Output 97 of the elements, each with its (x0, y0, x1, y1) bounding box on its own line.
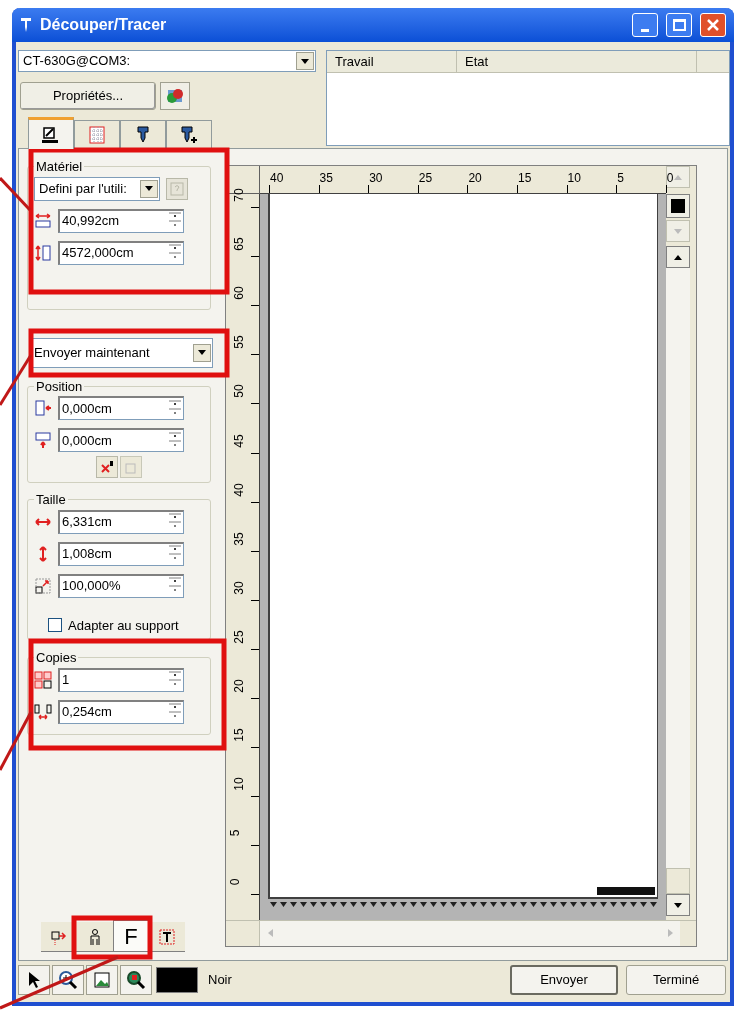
zoom-icon (58, 970, 78, 990)
down-arrow-icon (674, 228, 682, 234)
offset-x-icon (34, 399, 52, 417)
ruler-label: 65 (232, 237, 245, 251)
ruler-label: 15 (518, 172, 532, 184)
close-button[interactable] (700, 13, 726, 37)
group-label: Position (35, 377, 84, 396)
ruler-label: 25 (418, 172, 433, 184)
frame-icon (124, 460, 138, 474)
logo-mark (597, 887, 655, 895)
number-field[interactable]: 0,000cm (58, 428, 184, 452)
scroll-thumb[interactable] (666, 868, 690, 894)
mode-button[interactable]: F (113, 920, 149, 952)
minimize-button[interactable] (632, 13, 658, 37)
number-field[interactable]: 40,992cm (58, 208, 184, 233)
ruler-label: 55 (232, 335, 245, 349)
image-button[interactable] (86, 965, 118, 995)
width-icon (34, 211, 52, 230)
ruler-label: 45 (232, 433, 245, 448)
window-title: Découper/Tracer (40, 15, 167, 35)
ruler-label: 60 (232, 286, 245, 300)
up-arrow-icon (674, 174, 682, 180)
gears-icon (165, 87, 185, 105)
group-label: Matériel (35, 158, 84, 176)
tab[interactable] (120, 120, 166, 148)
checkbox-label: Adapter au support (68, 616, 179, 635)
ruler-label: 25 (232, 630, 245, 644)
ruler-label: 35 (319, 172, 333, 184)
right-arrow-icon (667, 929, 673, 937)
action-button[interactable]: Terminé (626, 965, 726, 995)
question-icon (170, 181, 184, 196)
ruler-label: 5 (617, 172, 624, 184)
length-icon (34, 243, 52, 262)
tab[interactable] (166, 120, 212, 148)
ruler-label: 40 (232, 482, 245, 497)
number-field[interactable]: 0,254cm (58, 699, 184, 724)
ruler-label: 5 (229, 829, 242, 837)
ruler-label: 0 (229, 879, 242, 886)
ruler-label: 20 (232, 679, 245, 693)
reset-button[interactable] (96, 456, 118, 478)
scroll-up-button[interactable] (666, 166, 690, 188)
number-field[interactable]: 1 (58, 667, 184, 692)
scroll-down-button[interactable] (666, 894, 690, 916)
leader-line (0, 354, 33, 406)
leader-line (0, 711, 33, 771)
zoom-button[interactable] (52, 965, 84, 995)
down-arrow-icon (674, 902, 682, 908)
column-header[interactable]: Etat (457, 51, 697, 72)
up-arrow-icon (674, 254, 682, 260)
ruler-label: 70 (232, 188, 245, 202)
zoom-icon (126, 970, 146, 990)
text-frame-icon (158, 927, 176, 946)
copies-grid-icon (34, 670, 52, 689)
offset-y-icon (34, 431, 52, 449)
ruler-label: 30 (369, 172, 383, 184)
ruler-label: 10 (232, 777, 245, 791)
properties-button[interactable]: Propriétés... (20, 82, 156, 110)
media-icon (41, 124, 61, 145)
close-icon (706, 18, 720, 32)
pen-color-swatch[interactable] (156, 967, 198, 993)
ruler-label: 30 (232, 581, 245, 595)
ruler-label: 50 (232, 384, 245, 399)
ruler-label: 35 (232, 532, 245, 546)
group-label: Copies (35, 649, 78, 667)
picture-icon (93, 971, 111, 989)
media-type-dropdown[interactable]: Defini par l'utili: (34, 176, 160, 201)
action-button[interactable]: Envoyer (510, 965, 618, 995)
number-field[interactable]: 100,000% (58, 573, 184, 598)
spacing-icon (34, 702, 52, 721)
pointer-icon (28, 971, 40, 989)
number-field[interactable]: 0,000cm (58, 396, 184, 420)
select-tool-button[interactable] (18, 965, 50, 995)
number-field[interactable]: 1,008cm (58, 541, 184, 566)
maximize-button[interactable] (666, 13, 692, 37)
zoom-fit-button[interactable] (120, 965, 152, 995)
printer-dropdown[interactable]: CT-630G@COM3: (18, 50, 316, 72)
leader-line (0, 176, 32, 212)
ruler-label: 10 (567, 172, 581, 184)
tab[interactable] (28, 117, 74, 149)
scale-icon (34, 576, 52, 595)
number-field[interactable]: 4572,000cm (58, 240, 184, 265)
ruler-label: 0 (666, 172, 674, 184)
grid-icon (87, 124, 107, 145)
color-button[interactable] (666, 194, 690, 218)
status-button[interactable] (160, 82, 190, 110)
number-field[interactable]: 6,331cm (58, 509, 184, 534)
pen-color-label: Noir (208, 971, 232, 990)
ruler-label: 40 (270, 172, 284, 184)
scroll-up-button[interactable] (666, 246, 690, 268)
cutter-icon (179, 124, 199, 145)
delete-icon (100, 460, 114, 474)
column-header[interactable]: Travail (327, 51, 457, 72)
checkbox[interactable] (48, 618, 62, 633)
left-arrow-icon (267, 929, 273, 937)
ruler-label: 15 (232, 728, 245, 742)
group-label: Taille (35, 491, 67, 509)
ruler-label: 20 (468, 172, 482, 184)
